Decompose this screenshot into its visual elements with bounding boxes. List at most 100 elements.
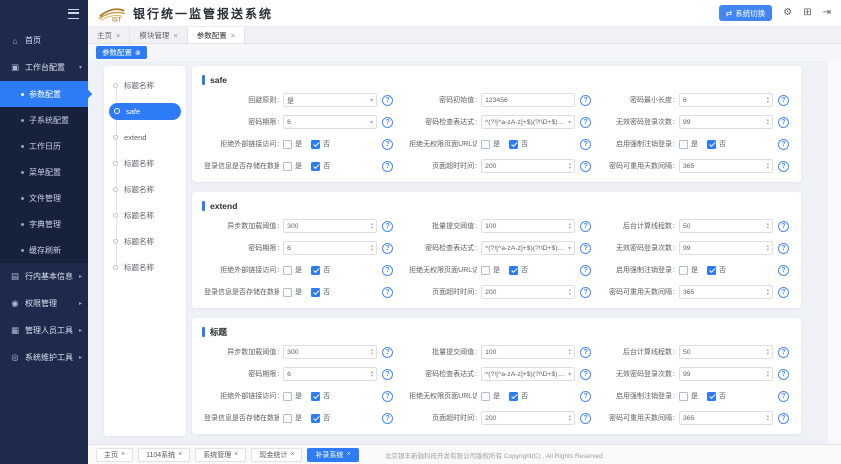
help-icon[interactable]: ? [580,221,591,232]
checkbox-option[interactable]: 是 [481,391,500,401]
checkbox-unchecked[interactable] [481,266,490,275]
help-icon[interactable]: ? [778,287,789,298]
number-stepper[interactable]: ▴▾ [767,348,769,357]
help-icon[interactable]: ? [382,413,393,424]
number-stepper[interactable]: ▴▾ [569,414,571,423]
sidebar-subitem-工作日历[interactable]: 工作日历 [0,133,88,159]
close-icon[interactable]: × [178,451,182,458]
anchor-item-标题名称[interactable]: 标题名称 [104,150,186,176]
sidebar-subitem-子系统配置[interactable]: 子系统配置 [0,107,88,133]
number-stepper[interactable]: ▴▾ [569,222,571,231]
menu-fold-icon[interactable] [68,9,79,19]
number-input[interactable]: 6▴▾ [283,241,377,255]
help-icon[interactable]: ? [382,243,393,254]
number-input[interactable]: 6▴▾ [283,367,377,381]
number-input[interactable]: 99▴▾ [679,367,773,381]
stepper-down-icon[interactable]: ▾ [767,122,769,127]
select-field[interactable]: 是▾ [283,93,377,107]
checkbox-checked[interactable] [311,288,320,297]
checkbox-unchecked[interactable] [481,392,490,401]
checkbox-unchecked[interactable] [283,392,292,401]
anchor-item-标题名称[interactable]: 标题名称 [104,228,186,254]
chevron-down-icon[interactable]: ▾ [370,97,373,104]
logout-icon[interactable]: ⇥ [823,8,831,18]
checkbox-unchecked[interactable] [679,140,688,149]
number-input[interactable]: 50▴▾ [679,219,773,233]
sidebar-subitem-参数配置[interactable]: 参数配置 [0,81,88,107]
checkbox-option[interactable]: 是 [679,391,698,401]
help-icon[interactable]: ? [778,117,789,128]
number-input[interactable]: 100▴▾ [481,345,575,359]
help-icon[interactable]: ? [778,347,789,358]
select-field[interactable]: ^(?![^a-zA-z]+$)(?!\D+$)[0-9A-Z...▾ [481,367,575,381]
checkbox-option[interactable]: 否 [311,139,330,149]
checkbox-option[interactable]: 否 [311,391,330,401]
checkbox-option[interactable]: 是 [283,139,302,149]
checkbox-option[interactable]: 否 [311,265,330,275]
help-icon[interactable]: ? [778,161,789,172]
checkbox-option[interactable]: 是 [679,139,698,149]
checkbox-option[interactable]: 是 [481,139,500,149]
tag-close-icon[interactable]: ⊗ [135,49,141,57]
active-route-tag[interactable]: 参数配置 ⊗ [96,46,147,59]
number-stepper[interactable]: ▴▾ [569,162,571,171]
stepper-down-icon[interactable]: ▾ [371,248,373,253]
number-input[interactable]: 50▴▾ [679,345,773,359]
number-stepper[interactable]: ▴▾ [569,348,571,357]
checkbox-option[interactable]: 否 [311,161,330,171]
checkbox-checked[interactable] [311,140,320,149]
checkbox-unchecked[interactable] [283,414,292,423]
vertical-scrollbar[interactable] [827,61,841,444]
help-icon[interactable]: ? [382,265,393,276]
checkbox-unchecked[interactable] [679,392,688,401]
stepper-down-icon[interactable]: ▾ [371,352,373,357]
bottom-tab-补录系统[interactable]: 补录系统× [307,448,358,462]
number-input[interactable]: 200▴▾ [481,285,575,299]
checkbox-checked[interactable] [311,266,320,275]
help-icon[interactable]: ? [580,117,591,128]
top-tab-参数配置[interactable]: 参数配置× [188,27,245,43]
stepper-down-icon[interactable]: ▾ [767,292,769,297]
help-icon[interactable]: ? [580,265,591,276]
checkbox-unchecked[interactable] [283,288,292,297]
help-icon[interactable]: ? [580,391,591,402]
gear-icon[interactable]: ⚙ [783,8,792,18]
checkbox-checked[interactable] [311,392,320,401]
help-icon[interactable]: ? [778,243,789,254]
help-icon[interactable]: ? [778,95,789,106]
help-icon[interactable]: ? [382,139,393,150]
help-icon[interactable]: ? [382,161,393,172]
checkbox-checked[interactable] [707,392,716,401]
checkbox-option[interactable]: 否 [707,265,726,275]
checkbox-unchecked[interactable] [283,140,292,149]
select-field[interactable]: 6▾ [283,115,377,129]
number-stepper[interactable]: ▴▾ [569,288,571,297]
checkbox-checked[interactable] [509,266,518,275]
anchor-item-标题名称[interactable]: 标题名称 [104,254,186,280]
help-icon[interactable]: ? [580,369,591,380]
sidebar-item-4[interactable]: ▦管理人员工具▸ [0,317,88,344]
help-icon[interactable]: ? [580,347,591,358]
chevron-down-icon[interactable]: ▾ [370,119,373,126]
number-stepper[interactable]: ▴▾ [767,118,769,127]
anchor-item-extend[interactable]: extend [104,124,186,150]
stepper-down-icon[interactable]: ▾ [569,352,571,357]
checkbox-option[interactable]: 否 [311,287,330,297]
help-icon[interactable]: ? [778,265,789,276]
close-icon[interactable]: × [234,451,238,458]
checkbox-option[interactable]: 否 [509,265,528,275]
checkbox-option[interactable]: 是 [283,391,302,401]
close-icon[interactable]: × [121,451,125,458]
checkbox-option[interactable]: 是 [283,265,302,275]
select-field[interactable]: ^(?![^a-zA-z]+$)(?!\D+$)[0-9A-Z...▾ [481,241,575,255]
sidebar-subitem-缓存刷新[interactable]: 缓存刷新 [0,237,88,263]
help-icon[interactable]: ? [382,369,393,380]
checkbox-checked[interactable] [509,392,518,401]
number-stepper[interactable]: ▴▾ [767,414,769,423]
checkbox-checked[interactable] [707,140,716,149]
help-icon[interactable]: ? [382,347,393,358]
top-tab-模块管理[interactable]: 模块管理× [130,27,187,43]
chevron-down-icon[interactable]: ▾ [568,245,571,252]
number-stepper[interactable]: ▴▾ [371,244,373,253]
number-input[interactable]: 200▴▾ [481,411,575,425]
